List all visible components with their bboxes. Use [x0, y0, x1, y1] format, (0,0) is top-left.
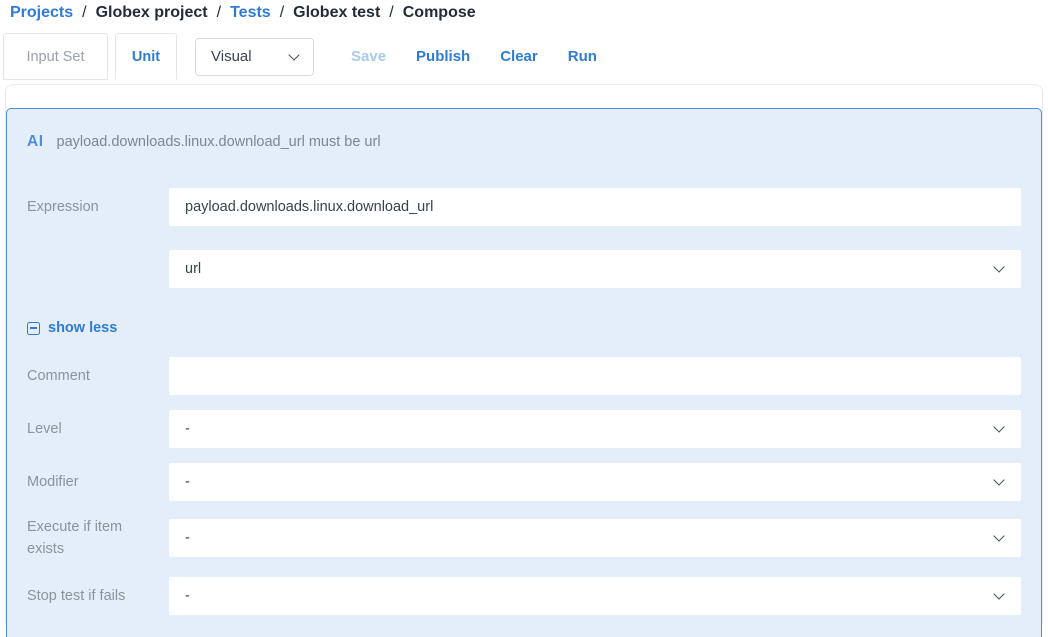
clear-button[interactable]: Clear	[500, 48, 538, 65]
run-button[interactable]: Run	[568, 48, 597, 65]
execute-if-item-exists-value: -	[185, 530, 190, 546]
chevron-down-icon	[993, 474, 1004, 485]
expression-label: Expression	[27, 196, 169, 218]
level-row: Level -	[27, 410, 1021, 448]
comment-row: Comment	[27, 357, 1021, 395]
breadcrumb-compose: Compose	[403, 4, 476, 22]
level-value: -	[185, 421, 190, 437]
breadcrumb-separator: /	[389, 4, 393, 22]
expression-row: Expression	[27, 188, 1021, 226]
breadcrumb-separator: /	[280, 4, 284, 22]
tab-unit[interactable]: Unit	[115, 33, 177, 80]
execute-if-item-exists-row: Execute if item exists -	[27, 516, 1021, 560]
breadcrumb-tests[interactable]: Tests	[230, 4, 271, 22]
show-less-label: show less	[48, 320, 117, 336]
comment-input[interactable]	[169, 357, 1021, 395]
stop-test-if-fails-label: Stop test if fails	[27, 585, 169, 607]
toolbar-actions: Save Publish Clear Run	[351, 33, 597, 80]
chevron-down-icon	[993, 588, 1004, 599]
publish-button[interactable]: Publish	[416, 48, 470, 65]
modifier-value: -	[185, 474, 190, 490]
show-less-toggle[interactable]: show less	[27, 320, 117, 336]
execute-if-item-exists-select[interactable]: -	[169, 519, 1021, 557]
view-mode-value: Visual	[211, 48, 252, 65]
breadcrumb-projects[interactable]: Projects	[10, 4, 73, 22]
stop-test-if-fails-value: -	[185, 588, 190, 604]
level-select[interactable]: -	[169, 410, 1021, 448]
stop-test-if-fails-row: Stop test if fails -	[27, 577, 1021, 615]
comment-label: Comment	[27, 365, 169, 387]
stop-test-if-fails-select[interactable]: -	[169, 577, 1021, 615]
tab-input-set[interactable]: Input Set	[3, 33, 108, 80]
modifier-select[interactable]: -	[169, 463, 1021, 501]
compose-toolbar: Input Set Unit Visual Save Publish Clear…	[3, 33, 1048, 80]
modifier-row: Modifier -	[27, 463, 1021, 501]
breadcrumb-separator: /	[82, 4, 86, 22]
breadcrumb-separator: /	[217, 4, 221, 22]
assertion-type-row: url	[27, 250, 1021, 288]
save-button[interactable]: Save	[351, 48, 386, 65]
chevron-down-icon	[993, 530, 1004, 541]
chevron-down-icon	[993, 421, 1004, 432]
compose-content-area: AI payload.downloads.linux.download_url …	[5, 84, 1043, 624]
assertion-header: AI payload.downloads.linux.download_url …	[27, 133, 1021, 151]
assertion-type-value: url	[185, 261, 201, 277]
breadcrumb: Projects / Globex project / Tests / Glob…	[0, 0, 1048, 22]
breadcrumb-globex-project: Globex project	[96, 4, 208, 22]
chevron-down-icon	[993, 261, 1004, 272]
modifier-label: Modifier	[27, 471, 169, 493]
assertion-panel: AI payload.downloads.linux.download_url …	[6, 108, 1042, 637]
breadcrumb-globex-test: Globex test	[293, 4, 380, 22]
collapse-minus-icon	[27, 322, 40, 335]
chevron-down-icon	[288, 49, 299, 60]
ai-badge: AI	[27, 133, 44, 151]
assertion-summary: payload.downloads.linux.download_url mus…	[57, 134, 381, 150]
view-mode-select[interactable]: Visual	[195, 38, 314, 76]
level-label: Level	[27, 418, 169, 440]
expression-input[interactable]	[169, 188, 1021, 226]
execute-if-item-exists-label: Execute if item exists	[27, 516, 169, 560]
assertion-type-select[interactable]: url	[169, 250, 1021, 288]
